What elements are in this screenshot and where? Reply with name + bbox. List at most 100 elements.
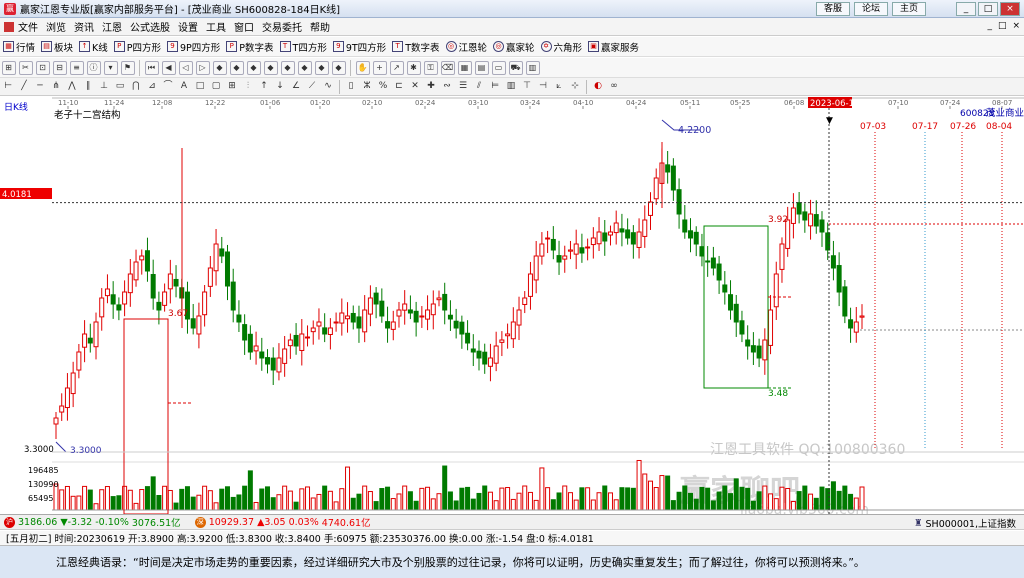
tool-angle-icon[interactable]: ∠	[290, 80, 303, 93]
tool-speed-icon[interactable]: ⟋	[306, 80, 319, 93]
tool-grid-icon[interactable]: ⊞	[226, 80, 239, 93]
tool-sine-icon[interactable]: ∾	[441, 80, 454, 93]
menu-gann[interactable]: 江恩	[98, 19, 126, 34]
menu-window[interactable]: 窗口	[230, 19, 258, 34]
tool-channel-icon[interactable]: ∥	[82, 80, 95, 93]
tool-box3-icon[interactable]: ▯	[345, 80, 358, 93]
tool-fork-icon[interactable]: ⋔	[50, 80, 63, 93]
book-icon[interactable]: ▥	[525, 60, 540, 75]
dropdown-icon[interactable]: ▾	[103, 60, 118, 75]
tool-box2-icon[interactable]: ▢	[210, 80, 223, 93]
diamond-icon-5[interactable]: ◆	[280, 60, 295, 75]
eraser-icon[interactable]: ⌫	[440, 60, 455, 75]
toolbar-kline[interactable]: ↑ K线	[76, 40, 111, 54]
forum-link[interactable]: 论坛	[854, 2, 888, 16]
toolbar-sectors[interactable]: ▤ 板块	[38, 40, 76, 54]
toolbar-winner-wheel[interactable]: ◎ 赢家轮	[490, 40, 538, 54]
menu-help[interactable]: 帮助	[306, 19, 334, 34]
tool-infinity-icon[interactable]: ∞	[608, 80, 621, 93]
diamond-icon-6[interactable]: ◆	[297, 60, 312, 75]
first-icon[interactable]: ⏮	[144, 60, 159, 75]
diamond-icon-3[interactable]: ◆	[246, 60, 261, 75]
tool-arc-icon[interactable]: ⌒	[162, 80, 175, 93]
diamond-icon-8[interactable]: ◆	[331, 60, 346, 75]
tool-box-icon[interactable]: □	[194, 80, 207, 93]
menu-trade[interactable]: 交易委托	[258, 19, 306, 34]
tool-measure-icon[interactable]: ⊨	[489, 80, 502, 93]
arrow-icon[interactable]: ↗	[389, 60, 404, 75]
index-selector[interactable]: ♜ SH000001,上证指数	[914, 516, 1016, 531]
tool-rect-icon[interactable]: ▭	[114, 80, 127, 93]
tool-clock-icon[interactable]: ◐	[592, 80, 605, 93]
tool-hist-icon[interactable]: ▥	[505, 80, 518, 93]
forward-icon[interactable]: ▷	[195, 60, 210, 75]
tool-select-icon[interactable]: ⊢	[2, 80, 15, 93]
toolbar-9p-square[interactable]: 9 9P四方形	[164, 40, 223, 54]
tool-bracket-icon[interactable]: ⊏	[393, 80, 406, 93]
toolbar-winner-service[interactable]: ▣ 赢家服务	[585, 40, 642, 54]
sh-index-cell[interactable]: 沪 3186.06 ▼-3.32 -0.10% 3076.51亿	[4, 515, 181, 529]
tool-x-icon[interactable]: ✕	[409, 80, 422, 93]
tool-parallel-icon[interactable]: ⫽	[473, 80, 486, 93]
toolbar-gann-wheel[interactable]: ◎ 江恩轮	[443, 40, 491, 54]
menu-file[interactable]: 文件	[14, 19, 42, 34]
menu-tools[interactable]: 工具	[202, 19, 230, 34]
diamond-icon-4[interactable]: ◆	[263, 60, 278, 75]
tool-wave-icon[interactable]: ∿	[322, 80, 335, 93]
stats-icon[interactable]: ≡	[69, 60, 84, 75]
maximize-button[interactable]: □	[978, 2, 998, 16]
crosshair-icon[interactable]: +	[372, 60, 387, 75]
tool-gann-icon[interactable]: ⊿	[146, 80, 159, 93]
toolbar-quotes[interactable]: ▦ 行情	[0, 40, 38, 54]
tool-text-icon[interactable]: A	[178, 80, 191, 93]
toolbar-9t-square[interactable]: 9 9T四方形	[330, 40, 389, 54]
kline-chart[interactable]: 11-10 11-24 12-08 12-22 01-06 01-20 02-10 02-24…	[0, 96, 1024, 514]
doc-close-button[interactable]: ×	[1012, 21, 1020, 31]
tool-fan-icon[interactable]: ⋀	[66, 80, 79, 93]
tool-fan2-icon[interactable]: ⟀	[553, 80, 566, 93]
prev-icon[interactable]: ◀	[161, 60, 176, 75]
car-icon[interactable]: ⛟	[508, 60, 523, 75]
service-link[interactable]: 客服	[816, 2, 850, 16]
monitor-icon[interactable]: ▭	[491, 60, 506, 75]
tool-fib-icon[interactable]: ⊥	[98, 80, 111, 93]
diamond-icon-7[interactable]: ◆	[314, 60, 329, 75]
tool-stack-icon[interactable]: ☰	[457, 80, 470, 93]
toolbar-p-table[interactable]: P P数字表	[223, 40, 276, 54]
menu-settings[interactable]: 设置	[174, 19, 202, 34]
indicator-icon[interactable]: ⊟	[52, 60, 67, 75]
period-icon[interactable]: ⊡	[35, 60, 50, 75]
info-icon[interactable]: ⓘ	[86, 60, 101, 75]
tool-zigzag-icon[interactable]: ⵣ	[361, 80, 374, 93]
toolbar-hexagon[interactable]: ✡ 六角形	[538, 40, 586, 54]
sz-index-cell[interactable]: 深 10929.37 ▲3.05 0.03% 4740.61亿	[194, 515, 371, 529]
menu-news[interactable]: 资讯	[70, 19, 98, 34]
doc-minimize-button[interactable]: _	[987, 21, 992, 31]
chart-type-icon[interactable]: ⊞	[1, 60, 16, 75]
tool-mark-icon[interactable]: ⊹	[569, 80, 582, 93]
calculator-icon[interactable]: ▦	[457, 60, 472, 75]
tool-percent-icon[interactable]: %	[377, 80, 390, 93]
tool-line-icon[interactable]: ╱	[18, 80, 31, 93]
tool-level-icon[interactable]: ⊤	[521, 80, 534, 93]
toolbar-p-square[interactable]: P P四方形	[111, 40, 164, 54]
doc-restore-button[interactable]: □	[998, 21, 1007, 31]
toolbar-t-square[interactable]: T T四方形	[277, 40, 330, 54]
flag-icon[interactable]: ⚑	[120, 60, 135, 75]
tool-hline-icon[interactable]: ─	[34, 80, 47, 93]
back-icon[interactable]: ◁	[178, 60, 193, 75]
diamond-icon-1[interactable]: ◆	[212, 60, 227, 75]
chart-area[interactable]: 11-10 11-24 12-08 12-22 01-06 01-20 02-10 02-24…	[0, 96, 1024, 514]
tool-dist-icon[interactable]: ⊣	[537, 80, 550, 93]
close-button[interactable]: ×	[1000, 2, 1020, 16]
menu-formula-screen[interactable]: 公式选股	[126, 19, 174, 34]
tool-timeline-icon[interactable]: ⫶	[242, 80, 255, 93]
tool-arrowdown-icon[interactable]: ↓	[274, 80, 287, 93]
tool-arrowup-icon[interactable]: ↑	[258, 80, 271, 93]
notebook-icon[interactable]: ▤	[474, 60, 489, 75]
toolbar-t-table[interactable]: T T数字表	[389, 40, 442, 54]
diamond-icon-2[interactable]: ◆	[229, 60, 244, 75]
minimize-button[interactable]: _	[956, 2, 976, 16]
hand-icon[interactable]: ✋	[355, 60, 370, 75]
tool-cross-icon[interactable]: ✚	[425, 80, 438, 93]
